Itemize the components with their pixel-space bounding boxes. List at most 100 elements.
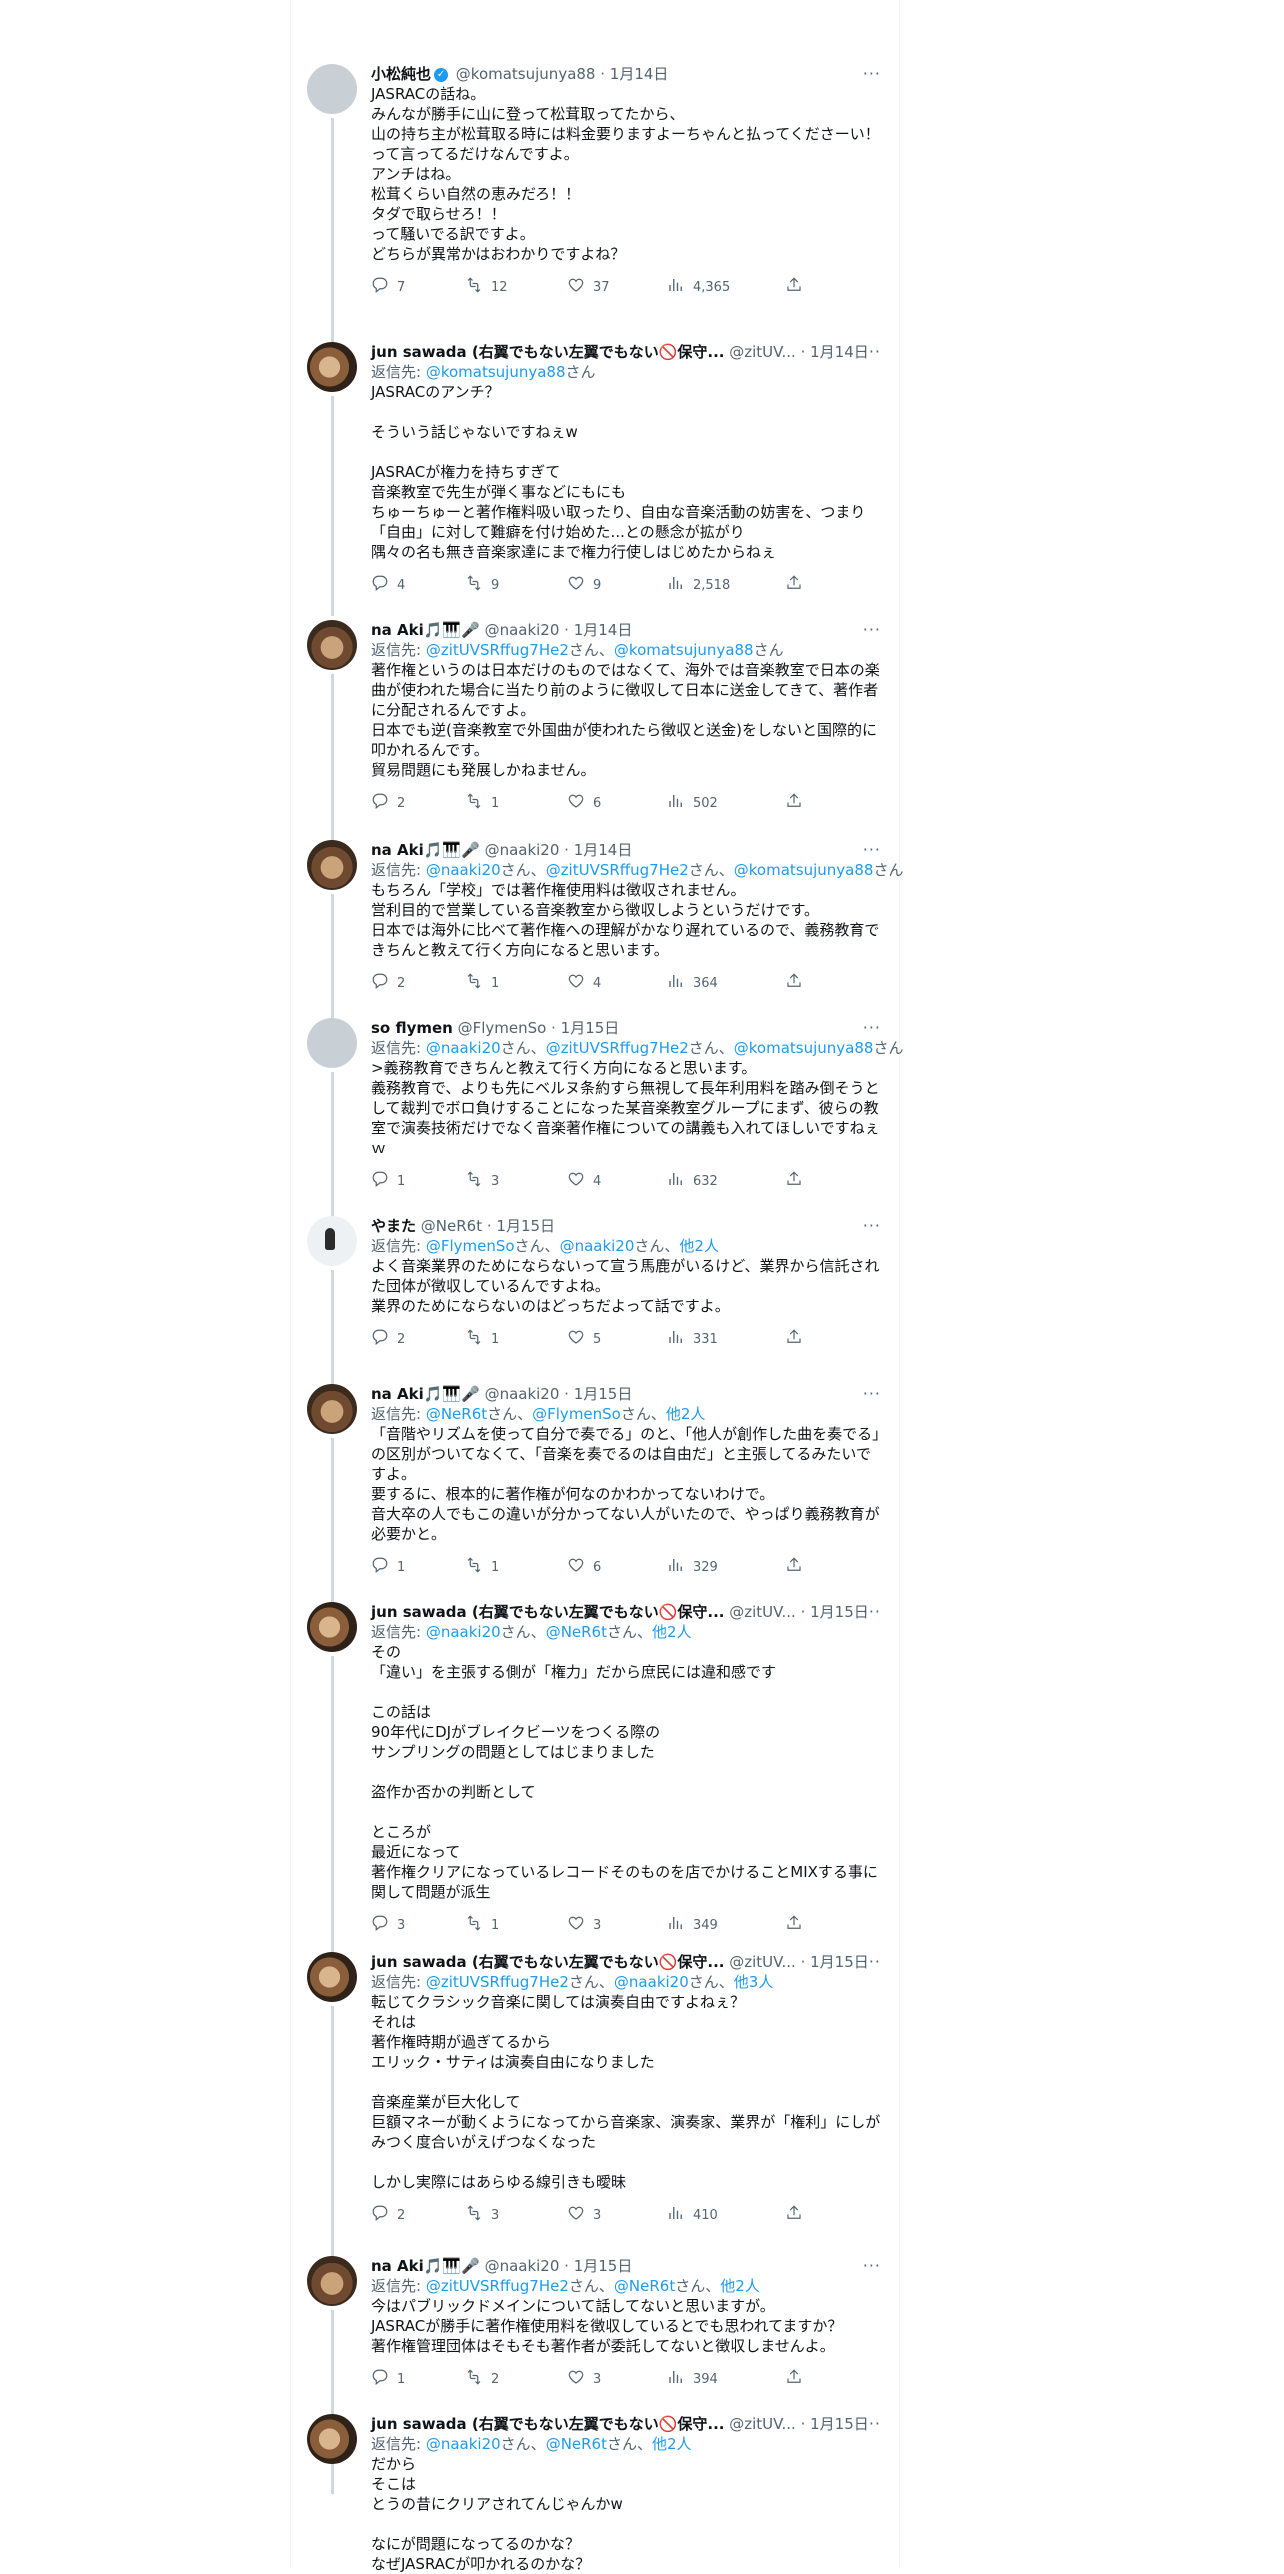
share-button[interactable] bbox=[785, 792, 803, 814]
reply-mention-link[interactable]: @naaki20 bbox=[426, 861, 501, 879]
tweet-date[interactable]: 1月14日 bbox=[810, 343, 869, 361]
reply-mention-link[interactable]: @komatsujunya88 bbox=[734, 1039, 874, 1057]
reply-button[interactable]: 1 bbox=[371, 2368, 405, 2390]
reply-mention-link[interactable]: @zitUVSRffug7He2 bbox=[546, 861, 689, 879]
like-button[interactable]: 5 bbox=[567, 1328, 601, 1350]
author-name[interactable]: jun sawada (右翼でもない左翼でもない🚫保守... bbox=[371, 2415, 724, 2433]
author-handle[interactable]: @zitUV... bbox=[729, 1953, 796, 1971]
views-button[interactable]: 2,518 bbox=[667, 574, 730, 596]
views-button[interactable]: 349 bbox=[667, 1914, 718, 1936]
tweet-date[interactable]: 1月15日 bbox=[810, 1603, 869, 1621]
views-button[interactable]: 394 bbox=[667, 2368, 718, 2390]
more-options-icon[interactable]: ··· bbox=[863, 2256, 881, 2276]
tweet-date[interactable]: 1月14日 bbox=[574, 621, 633, 639]
author-handle[interactable]: @naaki20 bbox=[485, 621, 560, 639]
author-name[interactable]: やまた bbox=[371, 1217, 416, 1235]
like-button[interactable]: 3 bbox=[567, 2368, 601, 2390]
reply-mention-link[interactable]: @zitUVSRffug7He2 bbox=[426, 1973, 569, 1991]
author-handle[interactable]: @zitUV... bbox=[729, 2415, 796, 2433]
reply-mention-link[interactable]: @naaki20 bbox=[426, 1623, 501, 1641]
author-handle[interactable]: @naaki20 bbox=[485, 1385, 560, 1403]
reply-mention-link[interactable]: 他2人 bbox=[652, 2435, 692, 2453]
more-options-icon[interactable]: ··· bbox=[863, 1018, 881, 1038]
tweet-date[interactable]: 1月15日 bbox=[810, 2415, 869, 2433]
more-options-icon[interactable]: ··· bbox=[863, 64, 881, 84]
more-options-icon[interactable]: ··· bbox=[863, 342, 881, 362]
tweet-date[interactable]: 1月15日 bbox=[574, 2257, 633, 2275]
avatar[interactable] bbox=[307, 2414, 357, 2464]
share-button[interactable] bbox=[785, 574, 803, 596]
share-button[interactable] bbox=[785, 276, 803, 298]
views-button[interactable]: 364 bbox=[667, 972, 718, 994]
reply-mention-link[interactable]: @zitUVSRffug7He2 bbox=[426, 641, 569, 659]
reply-mention-link[interactable]: @FlymenSo bbox=[532, 1405, 621, 1423]
like-button[interactable]: 4 bbox=[567, 1170, 601, 1192]
views-button[interactable]: 329 bbox=[667, 1556, 718, 1578]
reply-button[interactable]: 1 bbox=[371, 1170, 405, 1192]
share-button[interactable] bbox=[785, 1556, 803, 1578]
avatar[interactable] bbox=[307, 1952, 357, 2002]
author-handle[interactable]: @NeR6t bbox=[421, 1217, 482, 1235]
reply-mention-link[interactable]: @NeR6t bbox=[546, 2435, 607, 2453]
reply-button[interactable]: 2 bbox=[371, 2204, 405, 2226]
reply-mention-link[interactable]: @komatsujunya88 bbox=[426, 363, 566, 381]
author-name[interactable]: jun sawada (右翼でもない左翼でもない🚫保守... bbox=[371, 1953, 724, 1971]
views-button[interactable]: 410 bbox=[667, 2204, 718, 2226]
avatar[interactable] bbox=[307, 2256, 357, 2306]
like-button[interactable]: 3 bbox=[567, 1914, 601, 1936]
more-options-icon[interactable]: ··· bbox=[863, 1384, 881, 1404]
tweet-date[interactable]: 1月15日 bbox=[496, 1217, 555, 1235]
author-handle[interactable]: @zitUV... bbox=[729, 343, 796, 361]
retweet-button[interactable]: 1 bbox=[465, 792, 499, 814]
reply-mention-link[interactable]: 他2人 bbox=[679, 1237, 719, 1255]
retweet-button[interactable]: 9 bbox=[465, 574, 499, 596]
views-button[interactable]: 4,365 bbox=[667, 276, 730, 298]
share-button[interactable] bbox=[785, 2204, 803, 2226]
more-options-icon[interactable]: ··· bbox=[863, 1602, 881, 1622]
avatar[interactable] bbox=[307, 342, 357, 392]
tweet-date[interactable]: 1月15日 bbox=[810, 1953, 869, 1971]
author-name[interactable]: na Aki🎵🎹🎤 bbox=[371, 1385, 480, 1403]
author-name[interactable]: jun sawada (右翼でもない左翼でもない🚫保守... bbox=[371, 1603, 724, 1621]
reply-mention-link[interactable]: @NeR6t bbox=[614, 2277, 675, 2295]
avatar[interactable] bbox=[307, 620, 357, 670]
author-name[interactable]: na Aki🎵🎹🎤 bbox=[371, 621, 480, 639]
reply-mention-link[interactable]: @komatsujunya88 bbox=[734, 861, 874, 879]
reply-mention-link[interactable]: 他2人 bbox=[720, 2277, 760, 2295]
more-options-icon[interactable]: ··· bbox=[863, 2414, 881, 2434]
reply-mention-link[interactable]: 他2人 bbox=[652, 1623, 692, 1641]
retweet-button[interactable]: 2 bbox=[465, 2368, 499, 2390]
more-options-icon[interactable]: ··· bbox=[863, 1216, 881, 1236]
more-options-icon[interactable]: ··· bbox=[863, 1952, 881, 1972]
reply-button[interactable]: 1 bbox=[371, 1556, 405, 1578]
reply-mention-link[interactable]: @naaki20 bbox=[560, 1237, 635, 1255]
reply-button[interactable]: 7 bbox=[371, 276, 405, 298]
avatar[interactable] bbox=[307, 64, 357, 114]
reply-mention-link[interactable]: @zitUVSRffug7He2 bbox=[426, 2277, 569, 2295]
avatar[interactable] bbox=[307, 1384, 357, 1434]
tweet-date[interactable]: 1月14日 bbox=[610, 65, 669, 83]
author-name[interactable]: na Aki🎵🎹🎤 bbox=[371, 841, 480, 859]
share-button[interactable] bbox=[785, 2368, 803, 2390]
share-button[interactable] bbox=[785, 972, 803, 994]
like-button[interactable]: 37 bbox=[567, 276, 610, 298]
reply-mention-link[interactable]: @NeR6t bbox=[546, 1623, 607, 1641]
tweet-date[interactable]: 1月14日 bbox=[574, 841, 633, 859]
reply-mention-link[interactable]: @naaki20 bbox=[426, 2435, 501, 2453]
author-handle[interactable]: @FlymenSo bbox=[458, 1019, 547, 1037]
like-button[interactable]: 6 bbox=[567, 792, 601, 814]
like-button[interactable]: 9 bbox=[567, 574, 601, 596]
more-options-icon[interactable]: ··· bbox=[863, 840, 881, 860]
author-name[interactable]: 小松純也 bbox=[371, 65, 431, 83]
share-button[interactable] bbox=[785, 1170, 803, 1192]
more-options-icon[interactable]: ··· bbox=[863, 620, 881, 640]
share-button[interactable] bbox=[785, 1328, 803, 1350]
retweet-button[interactable]: 1 bbox=[465, 972, 499, 994]
retweet-button[interactable]: 3 bbox=[465, 1170, 499, 1192]
share-button[interactable] bbox=[785, 1914, 803, 1936]
reply-mention-link[interactable]: @naaki20 bbox=[426, 1039, 501, 1057]
reply-mention-link[interactable]: 他2人 bbox=[666, 1405, 706, 1423]
like-button[interactable]: 6 bbox=[567, 1556, 601, 1578]
reply-mention-link[interactable]: @zitUVSRffug7He2 bbox=[546, 1039, 689, 1057]
views-button[interactable]: 632 bbox=[667, 1170, 718, 1192]
